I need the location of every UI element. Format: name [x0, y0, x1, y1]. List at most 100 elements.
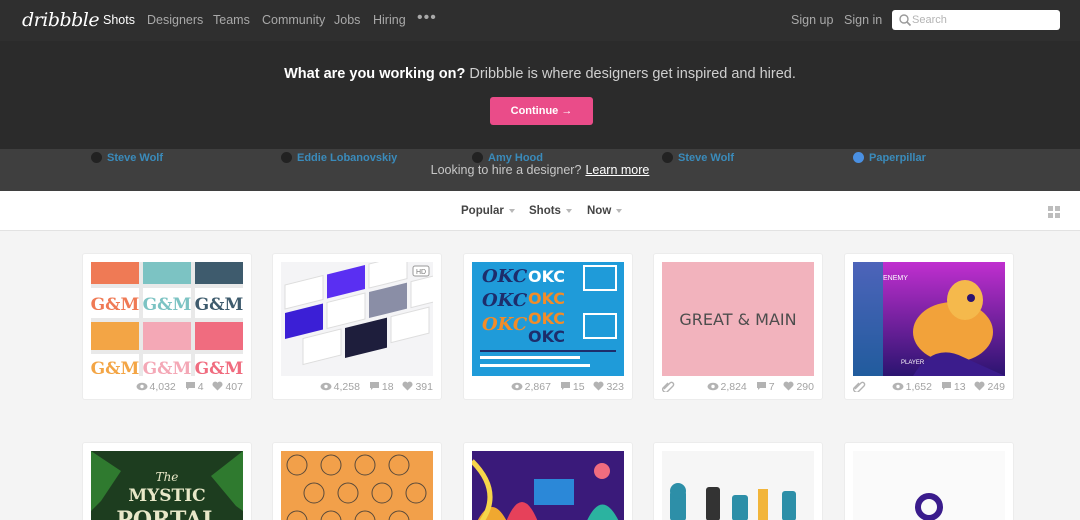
shot-thumbnail[interactable]: The MYSTIC PORTAL — [91, 451, 243, 520]
nav-shots[interactable]: Shots — [103, 13, 135, 27]
eye-icon — [320, 382, 332, 391]
shot-thumbnail[interactable] — [853, 451, 1005, 520]
shot-image: The MYSTIC PORTAL — [91, 451, 243, 520]
likes-stat[interactable]: 290 — [783, 381, 814, 393]
shot-stats: 2,824 7 290 — [701, 381, 814, 393]
shot-card[interactable] — [464, 443, 632, 520]
likes-stat[interactable]: 323 — [593, 381, 624, 393]
author-name: Steve Wolf — [107, 152, 164, 164]
gm-text: G&M — [91, 359, 140, 376]
comments-count: 15 — [572, 381, 585, 393]
shot-thumbnail[interactable] — [662, 451, 814, 520]
avatar — [662, 152, 673, 163]
shot-author[interactable]: Paperpillar — [853, 152, 926, 164]
likes-stat[interactable]: 407 — [212, 381, 243, 393]
views-stat: 4,258 — [320, 381, 360, 393]
filter-label: Popular — [461, 205, 504, 217]
shot-thumbnail[interactable]: G&M G&M G&M G&M G&M G&M — [91, 262, 243, 376]
hero-banner: What are you working on? Dribbble is whe… — [0, 41, 1080, 149]
signup-link[interactable]: Sign up — [791, 13, 833, 27]
shot-thumbnail[interactable]: ENEMY PLAYER — [853, 262, 1005, 376]
continue-button[interactable]: Continue → — [490, 97, 593, 125]
search-input[interactable] — [912, 12, 1056, 28]
comments-stat[interactable]: 18 — [369, 381, 394, 393]
views-count: 1,652 — [905, 381, 932, 393]
grid-view-icon[interactable] — [1048, 206, 1060, 218]
heart-icon — [974, 381, 985, 391]
views-count: 4,032 — [149, 381, 176, 393]
mystic-text: MYSTIC — [128, 486, 205, 506]
comments-count: 4 — [197, 381, 204, 393]
shot-card[interactable]: HD 4,258 18 391 — [273, 254, 441, 399]
comments-stat[interactable]: 13 — [941, 381, 966, 393]
shot-card[interactable] — [273, 443, 441, 520]
shot-card[interactable] — [654, 443, 822, 520]
eye-icon — [892, 382, 904, 391]
filter-popular[interactable]: Popular — [461, 205, 515, 217]
shot-image — [286, 454, 427, 520]
shot-author[interactable]: Amy Hood — [472, 152, 543, 164]
comments-count: 7 — [768, 381, 775, 393]
likes-count: 407 — [225, 381, 243, 393]
shot-author[interactable]: Eddie Lobanovskiy — [281, 152, 397, 164]
attachment-icon — [662, 381, 675, 392]
views-stat: 2,824 — [707, 381, 747, 393]
likes-count: 323 — [606, 381, 624, 393]
shot-card[interactable] — [845, 443, 1013, 520]
search-box[interactable] — [892, 10, 1060, 30]
shot-author[interactable]: Steve Wolf — [91, 152, 163, 164]
comments-stat[interactable]: 15 — [560, 381, 585, 393]
more-menu-icon[interactable]: ••• — [417, 9, 437, 27]
eye-icon — [136, 382, 147, 391]
author-name: Paperpillar — [869, 152, 926, 164]
nav-teams[interactable]: Teams — [213, 13, 250, 27]
chevron-down-icon — [565, 208, 572, 213]
signin-link[interactable]: Sign in — [844, 13, 882, 27]
shot-thumbnail[interactable]: HD — [281, 262, 433, 376]
shot-thumbnail[interactable] — [472, 451, 624, 520]
views-stat: 1,652 — [892, 381, 932, 393]
filter-now[interactable]: Now — [587, 205, 623, 217]
gm-text: G&M — [195, 359, 243, 376]
shot-thumbnail[interactable]: OKC OKC OKC OKC OKC OKC OKC — [472, 262, 624, 376]
comments-stat[interactable]: 7 — [756, 381, 775, 393]
hero-text: What are you working on? Dribbble is whe… — [0, 66, 1080, 82]
likes-stat[interactable]: 249 — [974, 381, 1005, 393]
gm-text: G&M — [143, 295, 192, 315]
shot-card[interactable]: OKC OKC OKC OKC OKC OKC OKC 2,867 15 323 — [464, 254, 632, 399]
heart-icon — [593, 381, 604, 391]
shot-thumbnail[interactable] — [281, 451, 433, 520]
shot-author[interactable]: Steve Wolf — [662, 152, 734, 164]
shot-thumbnail[interactable]: GREAT & MAIN — [662, 262, 814, 376]
comments-count: 18 — [381, 381, 394, 393]
shot-stats: 2,867 15 323 — [505, 381, 624, 393]
nav-jobs[interactable]: Jobs — [334, 13, 360, 27]
enemy-label: ENEMY — [883, 275, 908, 282]
shot-stats: 4,258 18 391 — [314, 381, 433, 393]
avatar — [281, 152, 292, 163]
comments-stat[interactable]: 4 — [185, 381, 204, 393]
nav-designers[interactable]: Designers — [147, 13, 203, 27]
okc-script: OKC — [482, 266, 528, 287]
hire-text: Looking to hire a designer? Learn more — [0, 163, 1080, 177]
shot-card[interactable]: GREAT & MAIN 2,824 7 290 — [654, 254, 822, 399]
dribbble-logo[interactable]: dribbble — [22, 9, 100, 31]
filter-shots[interactable]: Shots — [529, 205, 572, 217]
author-name: Eddie Lobanovskiy — [297, 152, 398, 164]
hire-question: Looking to hire a designer? — [430, 163, 582, 177]
shot-card[interactable]: The MYSTIC PORTAL — [83, 443, 251, 520]
shot-card[interactable]: ENEMY PLAYER 1,652 13 249 — [845, 254, 1013, 399]
views-stat: 4,032 — [136, 381, 176, 393]
shot-card[interactable]: G&M G&M G&M G&M G&M G&M 4,032 4 407 — [83, 254, 251, 399]
learn-more-link[interactable]: Learn more — [585, 163, 649, 177]
chevron-down-icon — [508, 208, 515, 213]
nav-hiring[interactable]: Hiring — [373, 13, 406, 27]
likes-stat[interactable]: 391 — [402, 381, 433, 393]
shot-stats: 1,652 13 249 — [886, 381, 1005, 393]
heart-icon — [212, 381, 223, 391]
views-count: 2,824 — [720, 381, 747, 393]
nav-community[interactable]: Community — [262, 13, 325, 27]
comments-count: 13 — [953, 381, 966, 393]
comment-icon — [756, 382, 766, 390]
great-main-text: GREAT & MAIN — [679, 310, 796, 329]
